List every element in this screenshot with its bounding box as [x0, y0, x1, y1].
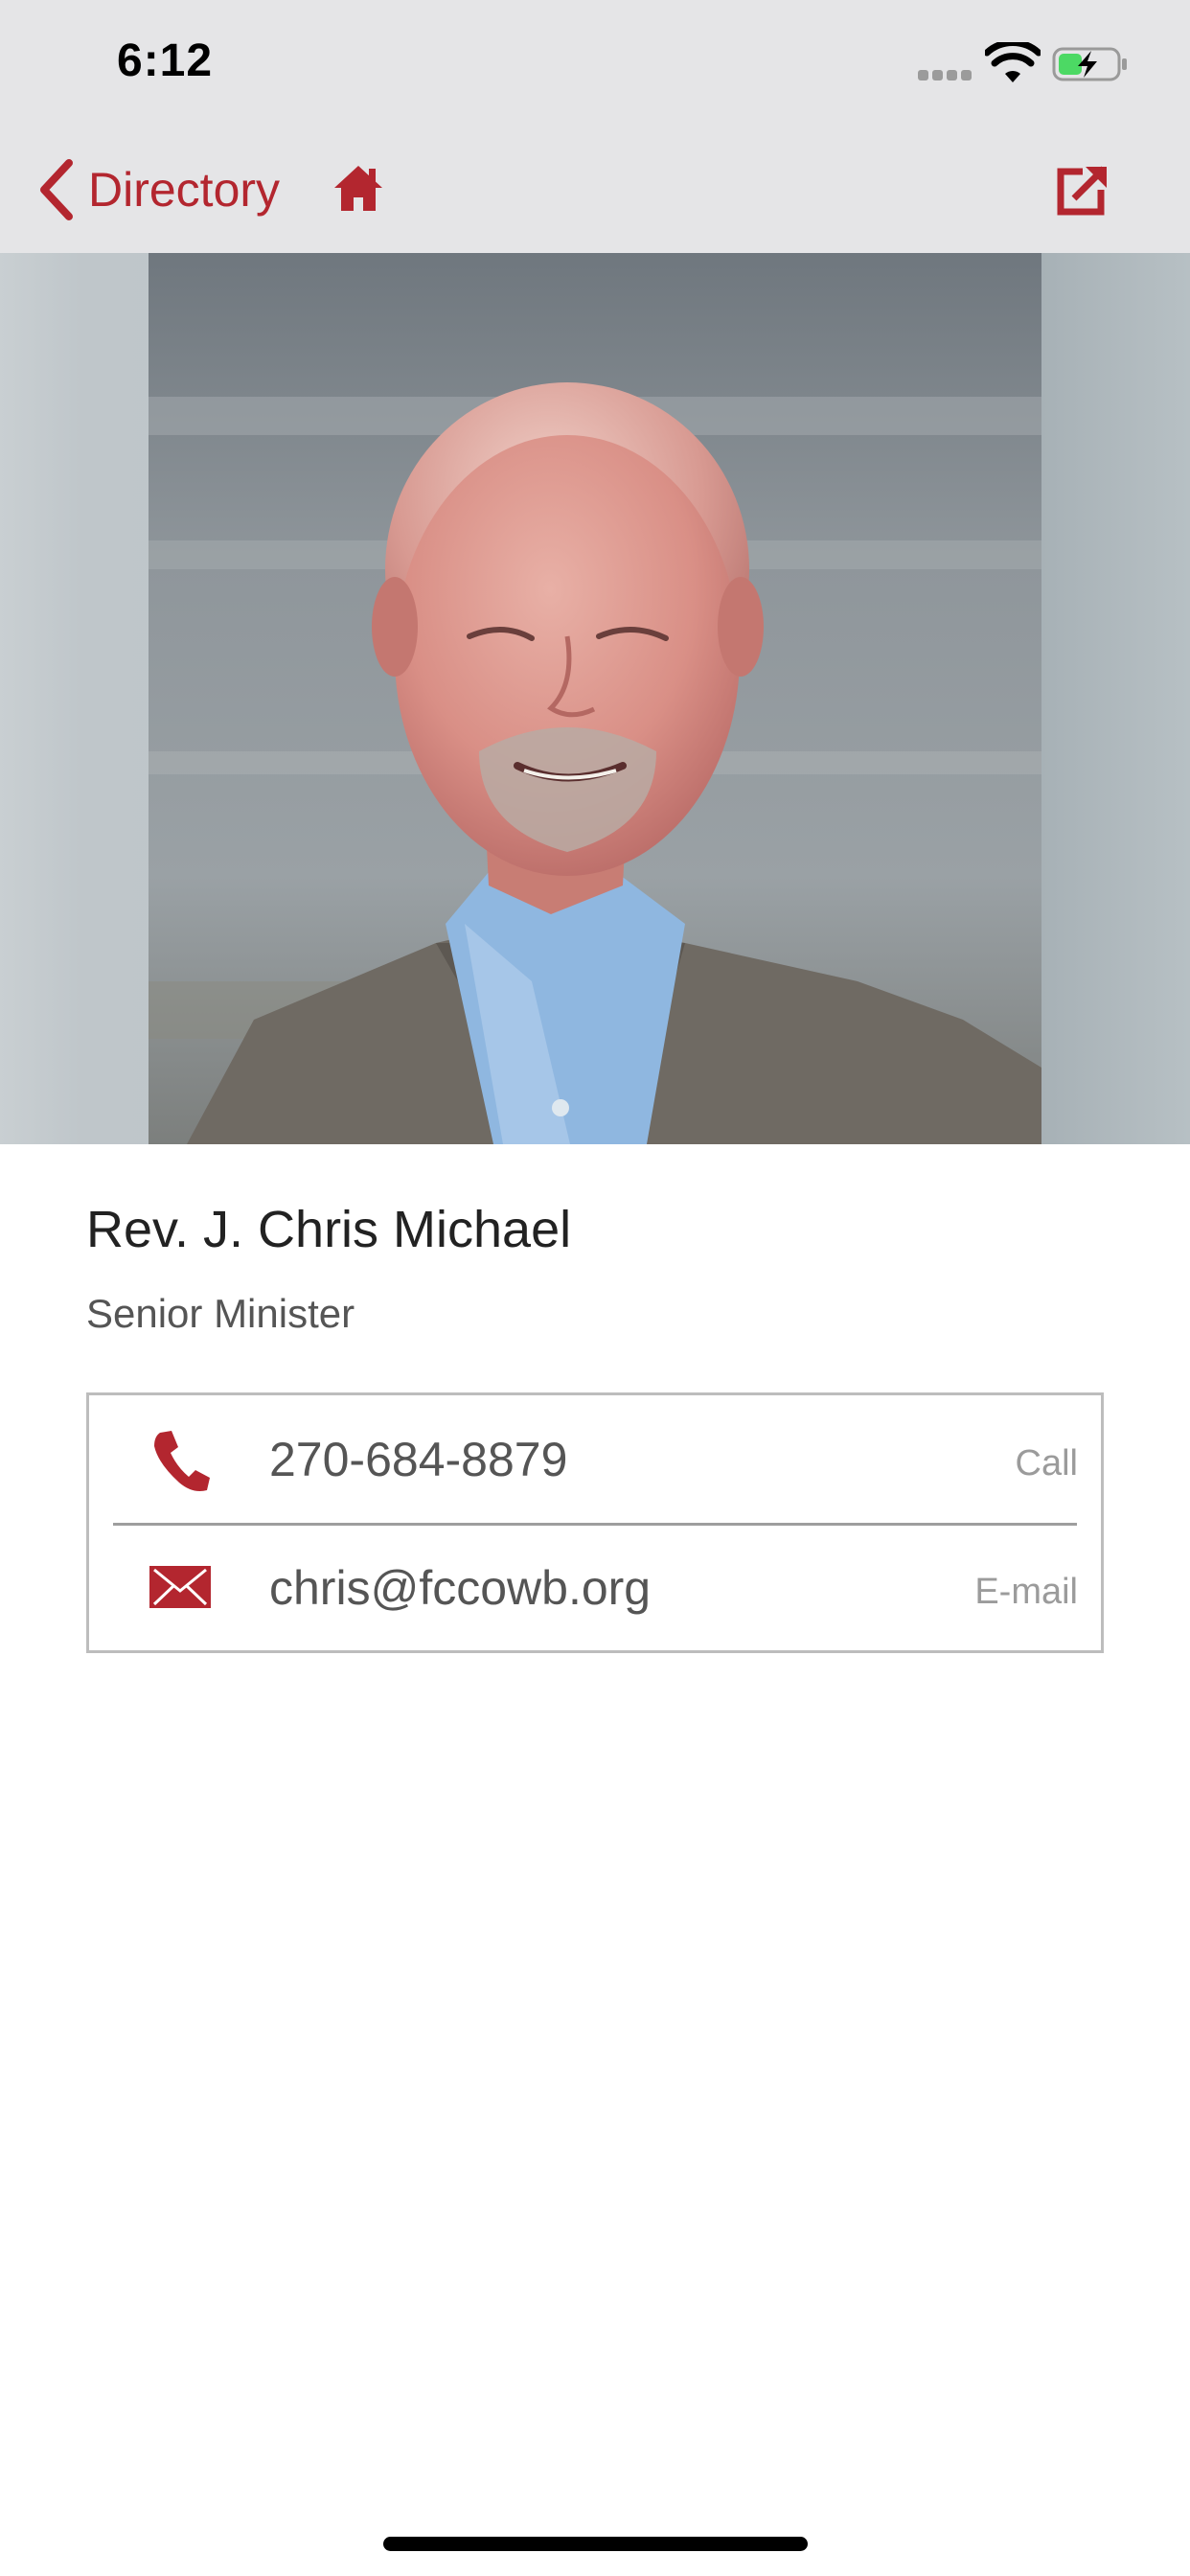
profile-photo [149, 253, 1041, 1144]
status-bar: 6:12 [0, 0, 1190, 126]
call-action-label: Call [1015, 1443, 1078, 1484]
back-button[interactable]: Directory [34, 155, 280, 224]
phone-icon [154, 1431, 210, 1491]
back-button-label: Directory [88, 163, 281, 217]
profile-photo-area [0, 253, 1190, 1144]
cellular-signal-icon [918, 70, 973, 81]
status-time: 6:12 [117, 35, 214, 86]
email-address: chris@fccowb.org [269, 1561, 652, 1615]
home-indicator[interactable] [383, 2537, 808, 2551]
external-link-icon[interactable] [1054, 161, 1111, 218]
contact-card: 270-684-8879 Call chris@fccowb.org E-mai… [86, 1392, 1104, 1653]
person-name: Rev. J. Chris Michael [86, 1201, 572, 1258]
navigation-bar: Directory [0, 126, 1190, 253]
envelope-icon [149, 1566, 211, 1608]
chevron-left-icon [40, 159, 73, 220]
email-action-label: E-mail [974, 1572, 1078, 1612]
battery-charging-icon [1052, 47, 1127, 81]
email-row[interactable]: chris@fccowb.org E-mail [89, 1524, 1101, 1651]
wifi-icon [985, 42, 1041, 82]
contact-detail-screen: 6:12 Directory Rev. J. Chris Michael Sen… [0, 0, 1190, 2576]
person-title: Senior Minister [86, 1291, 355, 1336]
phone-number: 270-684-8879 [269, 1433, 568, 1486]
phone-row[interactable]: 270-684-8879 Call [89, 1395, 1101, 1523]
home-icon[interactable] [332, 163, 385, 217]
